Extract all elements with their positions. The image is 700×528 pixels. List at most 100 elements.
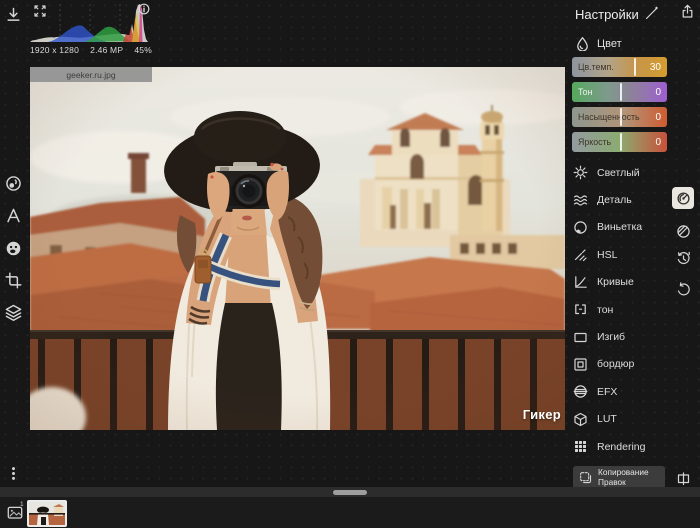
color-section-header: Цвет	[575, 36, 622, 51]
export-download-button[interactable]	[5, 6, 22, 23]
panel-item-label: LUT	[597, 413, 617, 425]
filename-label: geeker.ru.jpg	[66, 70, 115, 80]
sun-icon	[573, 165, 588, 180]
histogram-chart	[30, 2, 150, 44]
horizontal-scrollbar[interactable]	[333, 490, 367, 495]
panel-item-label: Изгиб	[597, 331, 625, 343]
layers-tool-button[interactable]	[5, 304, 22, 321]
panel-item-lut[interactable]: LUT	[567, 406, 665, 433]
slider-thumb[interactable]	[620, 133, 622, 151]
share-upload-icon	[680, 4, 695, 19]
adjust-dial-button-active[interactable]	[672, 187, 694, 209]
info-button[interactable]	[138, 3, 150, 15]
more-options-button[interactable]	[5, 465, 22, 482]
panel-item-border[interactable]: бордюр	[567, 351, 665, 378]
layers-icon	[5, 304, 22, 321]
expand-arrows-icon	[33, 4, 47, 18]
panel-item-curves[interactable]: Кривые	[567, 269, 665, 296]
filters-tool-button[interactable]	[5, 175, 22, 192]
panel-item-split-tone[interactable]: тон	[567, 296, 665, 323]
slider-tint-label: Тон	[578, 87, 592, 97]
panel-item-light[interactable]: Светлый	[567, 159, 665, 186]
panel-item-label: тон	[597, 304, 613, 316]
bottom-filmstrip-bar	[0, 497, 700, 528]
reset-undo-button[interactable]	[676, 282, 691, 297]
slider-color-temp-value: 30	[650, 62, 661, 73]
slider-thumb[interactable]	[634, 58, 636, 76]
panel-item-label: Кривые	[597, 276, 634, 288]
history-button[interactable]	[676, 251, 691, 266]
share-export-button[interactable]	[680, 4, 695, 19]
magic-wand-icon	[644, 6, 659, 21]
slider-saturation-value: 0	[655, 112, 661, 123]
slider-color-temp-label: Цв.темп.	[578, 62, 614, 72]
text-icon	[5, 207, 22, 224]
photo-editor-app: { "colors": { "background": "#171717", "…	[0, 0, 700, 528]
panel-item-label: Виньетка	[597, 221, 642, 233]
expand-fullscreen-button[interactable]	[33, 4, 47, 18]
face-retouch-button[interactable]	[5, 240, 22, 257]
megapixels-label: 2.46 MP	[90, 45, 123, 55]
cube-icon	[573, 412, 588, 427]
panel-item-rendering[interactable]: Rendering	[567, 433, 665, 460]
border-square-icon	[573, 357, 588, 372]
panel-item-hsl[interactable]: HSL	[567, 241, 665, 268]
copy-icon	[579, 471, 592, 484]
slider-brightness-label: Яркость	[578, 137, 611, 147]
adjustments-menu: Светлый Деталь Виньетка HSL Кривые тон И…	[567, 159, 665, 460]
split-tone-icon	[573, 302, 588, 317]
panel-item-label: Светлый	[597, 167, 640, 179]
panel-title: Настройки	[575, 7, 639, 22]
history-icon	[676, 251, 691, 266]
face-icon	[5, 240, 22, 257]
panel-item-label: Rendering	[597, 441, 645, 453]
slider-saturation-label: Насыщенность	[578, 112, 640, 122]
watermark-label: Гикер	[523, 407, 561, 422]
more-vertical-icon	[5, 465, 22, 482]
split-view-button[interactable]	[676, 471, 691, 486]
slider-tint[interactable]: Тон 0	[572, 82, 667, 102]
slider-thumb[interactable]	[620, 83, 622, 101]
slider-saturation[interactable]: Насыщенность 0	[572, 107, 667, 127]
panel-item-detail[interactable]: Деталь	[567, 186, 665, 213]
crop-tool-button[interactable]	[5, 272, 22, 289]
distort-frame-icon	[573, 330, 588, 345]
panel-item-label: бордюр	[597, 358, 634, 370]
filmstrip-thumbnail-selected[interactable]	[27, 500, 67, 527]
slider-color-temp[interactable]: Цв.темп. 30	[572, 57, 667, 77]
thumbnail-image	[29, 502, 65, 525]
photo-image	[30, 67, 565, 430]
globe-lines-icon	[573, 384, 588, 399]
crop-icon	[5, 272, 22, 289]
slider-brightness-value: 0	[655, 137, 661, 148]
compare-original-button[interactable]	[676, 224, 691, 239]
panel-item-efx[interactable]: EFX	[567, 378, 665, 405]
info-icon	[138, 3, 150, 15]
filters-icon	[5, 175, 22, 192]
panel-item-vignette[interactable]: Виньетка	[567, 214, 665, 241]
text-tool-button[interactable]	[5, 207, 22, 224]
split-view-icon	[676, 471, 691, 486]
panel-item-label: EFX	[597, 386, 617, 398]
panel-item-label: Деталь	[597, 194, 632, 206]
slider-tint-value: 0	[655, 87, 661, 98]
panel-item-distort[interactable]: Изгиб	[567, 323, 665, 350]
histogram[interactable]	[30, 2, 150, 44]
vignette-circle-icon	[573, 220, 588, 235]
gallery-count-badge: 1	[20, 501, 24, 508]
copy-edits-button[interactable]: Копирование Правок	[573, 466, 665, 489]
compare-icon	[676, 224, 691, 239]
filename-bar: geeker.ru.jpg	[30, 67, 152, 82]
grid-dots-icon	[573, 439, 588, 454]
adjust-dial-icon	[676, 191, 691, 206]
slider-thumb[interactable]	[620, 108, 622, 126]
panel-item-label: HSL	[597, 249, 617, 261]
waves-icon	[573, 193, 588, 208]
slider-brightness[interactable]: Яркость 0	[572, 132, 667, 152]
photo-canvas[interactable]	[30, 67, 565, 430]
image-stats: 1920 x 1280 2.46 MP 45%	[30, 45, 152, 55]
magic-wand-button[interactable]	[644, 6, 659, 21]
undo-arrow-icon	[676, 282, 691, 297]
zoom-level-label: 45%	[134, 45, 152, 55]
curves-icon	[573, 275, 588, 290]
